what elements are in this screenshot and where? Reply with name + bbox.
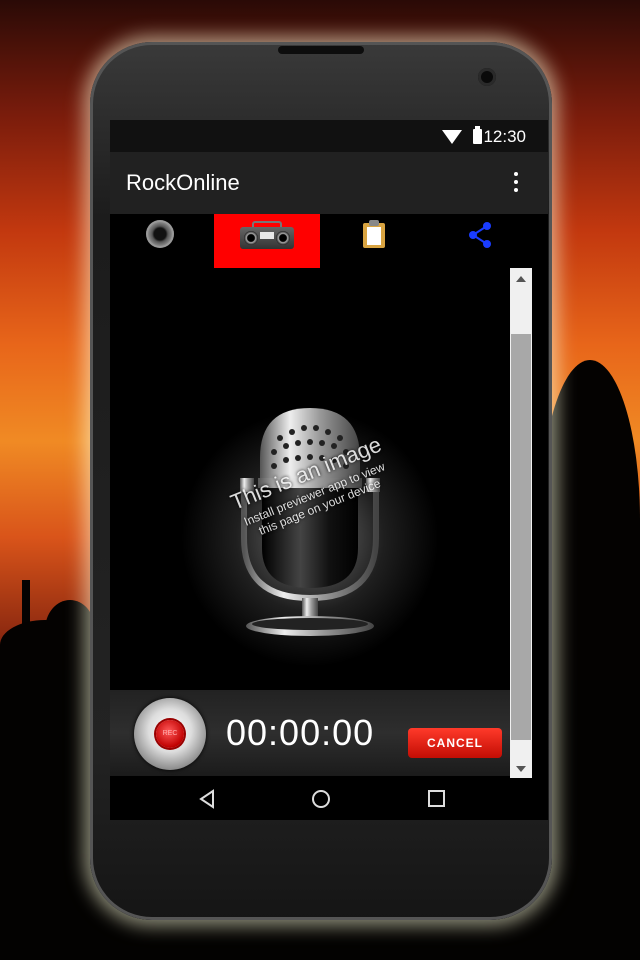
battery-icon bbox=[473, 126, 482, 144]
scroll-thumb[interactable] bbox=[511, 334, 531, 740]
navigation-bar bbox=[110, 778, 548, 820]
tab-share[interactable] bbox=[440, 214, 520, 268]
tab-clipboard[interactable] bbox=[334, 214, 414, 268]
cancel-button[interactable]: CANCEL bbox=[408, 728, 502, 758]
app-title: RockOnline bbox=[126, 170, 240, 195]
phone-screen: 12:30 RockOnline This is an image Instal… bbox=[110, 120, 548, 820]
wifi-icon bbox=[442, 130, 462, 144]
rock-silhouette bbox=[540, 360, 640, 680]
speaker-icon bbox=[146, 220, 174, 248]
status-bar: 12:30 bbox=[110, 120, 548, 152]
scrollbar[interactable] bbox=[510, 268, 532, 778]
record-timer: 00:00:00 bbox=[226, 712, 375, 753]
home-icon[interactable] bbox=[312, 790, 330, 808]
bush-silhouette bbox=[45, 600, 95, 660]
tab-radio[interactable] bbox=[214, 214, 320, 268]
tab-bar bbox=[110, 214, 548, 268]
radio-icon bbox=[240, 220, 294, 250]
scroll-down-icon[interactable] bbox=[516, 766, 526, 772]
tab-player[interactable] bbox=[120, 214, 200, 268]
overflow-menu-icon[interactable] bbox=[514, 172, 518, 194]
share-icon bbox=[469, 222, 491, 248]
record-button-label: REC bbox=[156, 720, 184, 748]
status-time: 12:30 bbox=[483, 127, 526, 146]
record-button[interactable]: REC bbox=[134, 698, 206, 770]
app-bar: RockOnline bbox=[110, 152, 548, 214]
content-area: This is an image Install previewer app t… bbox=[110, 268, 548, 778]
earpiece bbox=[278, 46, 364, 54]
recorder-panel: REC 00:00:00 CANCEL bbox=[110, 690, 510, 776]
scroll-up-icon[interactable] bbox=[516, 276, 526, 282]
recent-apps-icon[interactable] bbox=[428, 790, 445, 807]
front-camera bbox=[478, 68, 496, 86]
back-icon[interactable] bbox=[198, 789, 216, 809]
clipboard-icon bbox=[363, 220, 385, 248]
